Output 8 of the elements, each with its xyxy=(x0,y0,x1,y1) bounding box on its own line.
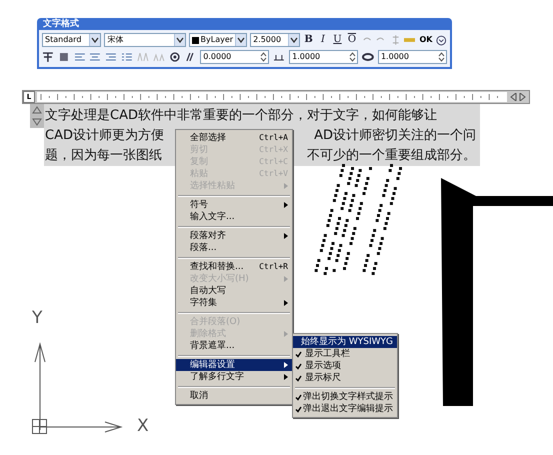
x-axis-label: X xyxy=(137,418,149,435)
paragraph-text: 不可少的一个重要组成部分。 xyxy=(307,148,476,162)
paragraph-text: AD设计师密切关注的一个问 xyxy=(314,128,476,142)
paragraph-text: 文字处理是CAD软件中非常重要的一个部分，对于文字，如何能够让 xyxy=(45,108,437,122)
toolbar-title: 文字格式 xyxy=(42,18,80,30)
y-axis-label: Y xyxy=(32,310,42,327)
paragraph-text: CAD设计师更为方便 xyxy=(45,128,164,142)
paragraph-text: 题，因为每一张图纸 xyxy=(45,148,162,162)
